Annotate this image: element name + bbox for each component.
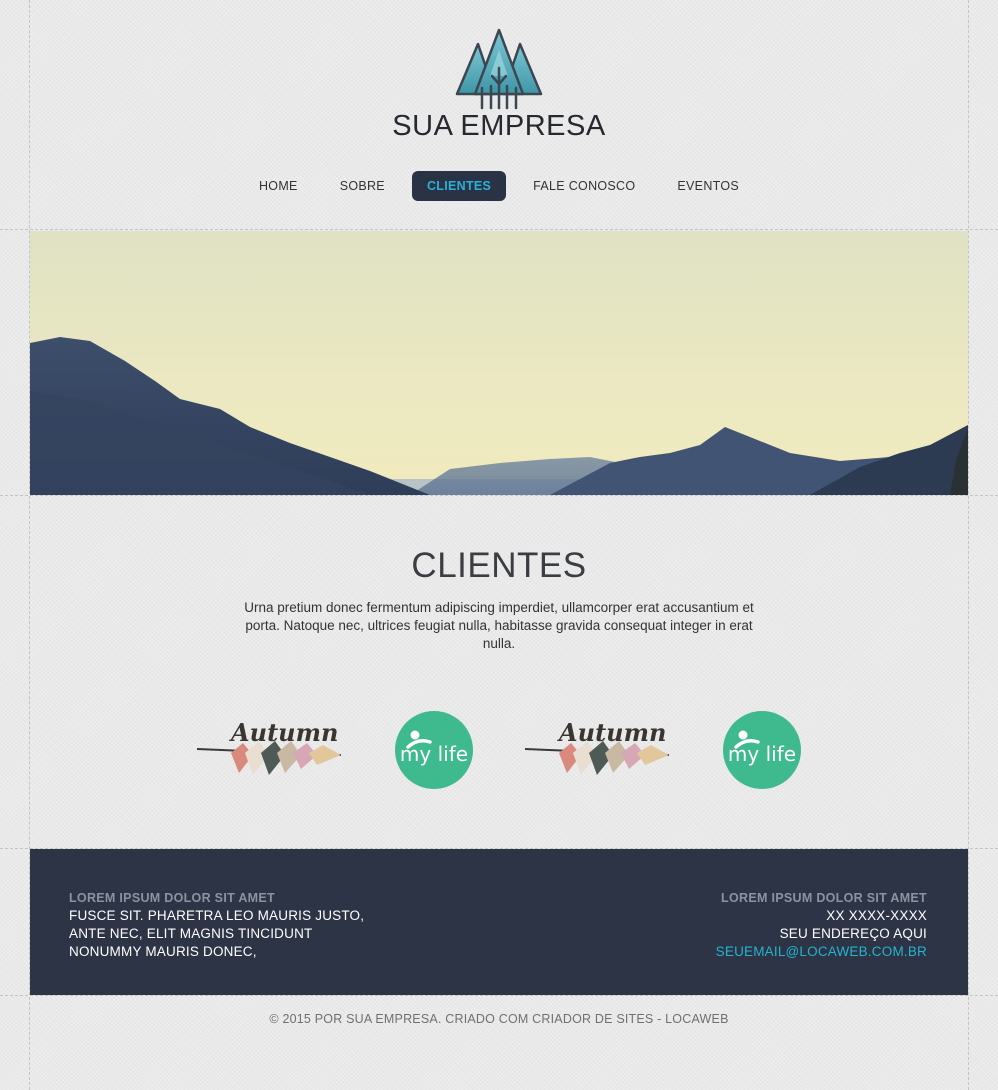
footer-right-block: LOREM IPSUM DOLOR SIT AMET XX XXXX-XXXX … bbox=[597, 889, 927, 961]
mountain-trees-logo-icon[interactable] bbox=[450, 26, 548, 112]
intro-text: Urna pretium donec fermentum adipiscing … bbox=[230, 599, 768, 653]
footer-phone: XX XXXX-XXXX bbox=[826, 908, 927, 923]
mylife-logo-label: my life bbox=[728, 742, 796, 766]
footer-email-link[interactable]: SEUEMAIL@LOCAWEB.COM.BR bbox=[597, 943, 927, 961]
footer-address: SEU ENDEREÇO AQUI bbox=[779, 926, 927, 941]
client-logo-mylife[interactable]: my life bbox=[722, 710, 802, 795]
footer-right-heading: LOREM IPSUM DOLOR SIT AMET bbox=[721, 891, 927, 905]
mylife-logo-label: my life bbox=[400, 742, 468, 766]
client-logo-autumn[interactable]: Autumn bbox=[523, 713, 673, 786]
intro-text-line: Urna pretium donec fermentum adipiscing … bbox=[244, 600, 754, 615]
hero-banner-image bbox=[30, 231, 968, 495]
main-nav: HOME SOBRE CLIENTES FALE CONOSCO EVENTOS bbox=[0, 171, 998, 201]
autumn-logo-label: Autumn bbox=[229, 718, 338, 747]
guide-line-hero bbox=[0, 495, 998, 496]
footer: LOREM IPSUM DOLOR SIT AMET FUSCE SIT. PH… bbox=[30, 849, 968, 995]
footer-left-heading: LOREM IPSUM DOLOR SIT AMET bbox=[69, 891, 275, 905]
nav-item-home[interactable]: HOME bbox=[244, 171, 313, 201]
guide-line-footer bbox=[0, 995, 998, 996]
footer-left-line: FUSCE SIT. PHARETRA LEO MAURIS JUSTO, bbox=[69, 908, 365, 923]
guide-line-header bbox=[0, 229, 998, 230]
autumn-logo-label: Autumn bbox=[557, 718, 666, 747]
nav-item-fale-conosco[interactable]: FALE CONOSCO bbox=[518, 171, 650, 201]
nav-item-eventos[interactable]: EVENTOS bbox=[662, 171, 754, 201]
footer-left-line: NONUMMY MAURIS DONEC, bbox=[69, 944, 257, 959]
intro-text-line: porta. Natoque nec, ultrices feugiat nul… bbox=[245, 618, 753, 651]
page-title: CLIENTES bbox=[411, 546, 587, 585]
footer-left-line: ANTE NEC, ELIT MAGNIS TINCIDUNT bbox=[69, 926, 313, 941]
client-logo-autumn[interactable]: Autumn bbox=[195, 713, 345, 786]
brand-name: SUA EMPRESA bbox=[392, 110, 606, 142]
guide-line-right bbox=[968, 0, 969, 1090]
nav-item-clientes[interactable]: CLIENTES bbox=[411, 171, 507, 201]
nav-item-sobre[interactable]: SOBRE bbox=[325, 171, 400, 201]
copyright-text: © 2015 POR SUA EMPRESA. CRIADO COM CRIAD… bbox=[269, 1012, 729, 1026]
client-logo-mylife[interactable]: my life bbox=[394, 710, 474, 795]
footer-left-block: LOREM IPSUM DOLOR SIT AMET FUSCE SIT. PH… bbox=[69, 889, 399, 961]
